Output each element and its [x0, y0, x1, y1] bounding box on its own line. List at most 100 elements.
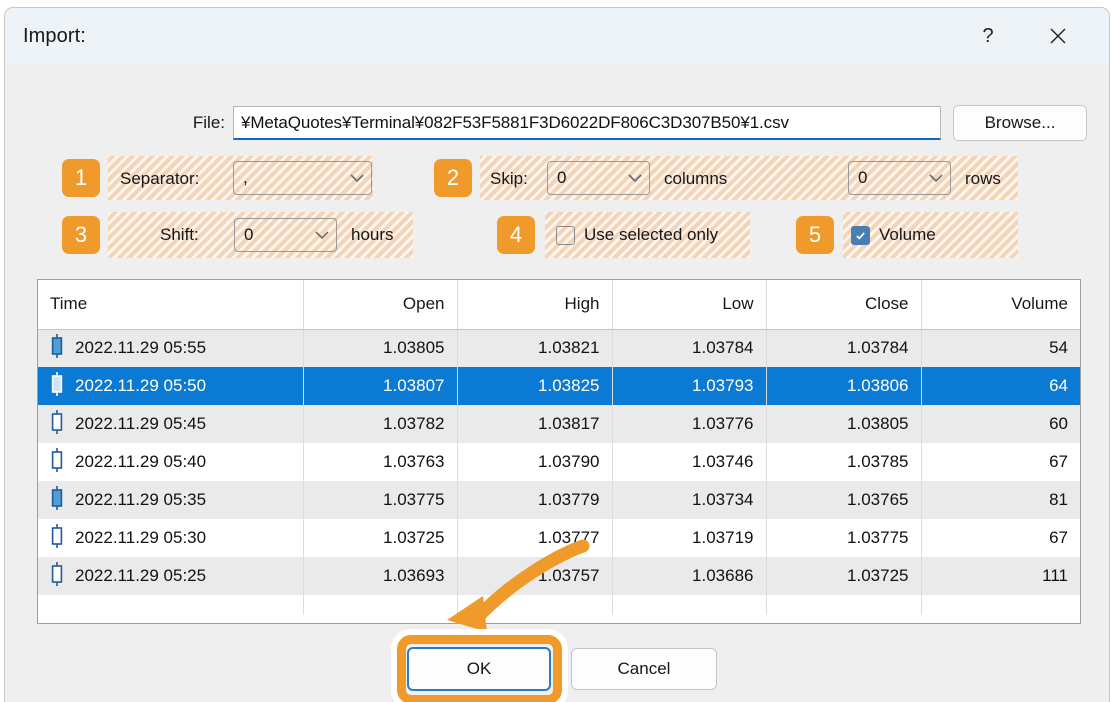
cell-time-text: 2022.11.29 05:25	[75, 566, 207, 585]
chevron-down-icon	[621, 173, 649, 183]
cell-low: 1.03793	[612, 367, 767, 405]
cell-high: 1.03821	[457, 329, 613, 367]
browse-button-label: Browse...	[984, 113, 1056, 132]
close-button[interactable]	[1031, 8, 1085, 64]
file-path-value: ¥MetaQuotes¥Terminal¥082F53F5881F3D6022D…	[241, 112, 789, 132]
shift-suffix: hours	[351, 225, 394, 244]
cell-low: 1.03719	[612, 519, 767, 557]
column-header-volume[interactable]: Volume	[921, 280, 1080, 330]
cell-partial	[612, 595, 767, 615]
shift-select[interactable]: 0	[234, 218, 337, 252]
badge-1: 1	[62, 159, 100, 197]
file-path-input[interactable]: ¥MetaQuotes¥Terminal¥082F53F5881F3D6022D…	[233, 106, 941, 140]
cancel-button[interactable]: Cancel	[571, 648, 717, 690]
table-body: 2022.11.29 05:55 1.03805 1.03821 1.03784 1.0…	[38, 329, 1080, 615]
cell-close: 1.03805	[766, 405, 922, 443]
cell-time: 2022.11.29 05:25	[38, 557, 304, 595]
cell-partial	[38, 595, 304, 615]
import-dialog-screenshot: Import: ? File: ¥MetaQuotes¥Terminal¥082…	[0, 0, 1114, 702]
cell-open: 1.03805	[303, 329, 458, 367]
cell-time-text: 2022.11.29 05:55	[75, 338, 207, 358]
table-row[interactable]: 2022.11.29 05:55 1.03805 1.03821 1.03784 1.0…	[38, 329, 1080, 367]
cell-open: 1.03775	[303, 481, 458, 519]
skip-columns-select[interactable]: 0	[547, 161, 650, 195]
dialog-title: Import:	[23, 25, 86, 47]
badge-4: 4	[497, 216, 535, 254]
skip-rows-select[interactable]: 0	[848, 161, 951, 195]
table-row[interactable]: 2022.11.29 05:25 1.03693 1.03757 1.03686 1.0…	[38, 557, 1080, 595]
cell-partial	[921, 595, 1080, 615]
cell-partial	[766, 595, 922, 615]
cell-open: 1.03763	[303, 443, 458, 481]
skip-label: Skip:	[490, 169, 528, 188]
cell-low: 1.03776	[612, 405, 767, 443]
skip-columns-suffix: columns	[664, 169, 728, 188]
chevron-down-icon	[308, 230, 336, 240]
title-bar: Import: ?	[5, 8, 1109, 64]
cell-close: 1.03806	[766, 367, 922, 405]
candlestick-hollow-icon	[50, 561, 64, 592]
cell-time-text: 2022.11.29 05:45	[75, 414, 207, 433]
table-row[interactable]: 2022.11.29 05:30 1.03725 1.03777 1.03719 1.0…	[38, 519, 1080, 557]
import-preview-table[interactable]: Time Open High Low Close Volume 2022.11.…	[37, 279, 1081, 624]
candlestick-hollow-icon	[50, 409, 64, 440]
cell-open: 1.03725	[303, 519, 458, 557]
shift-label: Shift:	[160, 225, 199, 244]
use-selected-only-checkbox[interactable]: Use selected only	[556, 225, 718, 245]
browse-button[interactable]: Browse...	[953, 105, 1087, 141]
cancel-button-label: Cancel	[617, 659, 671, 678]
cell-close: 1.03785	[766, 443, 922, 481]
cell-time-text: 2022.11.29 05:40	[75, 452, 207, 471]
column-header-open[interactable]: Open	[303, 280, 458, 330]
cell-high: 1.03757	[457, 557, 613, 595]
column-header-close[interactable]: Close	[766, 280, 922, 330]
table-row[interactable]: 2022.11.29 05:40 1.03763 1.03790 1.03746 1.0…	[38, 443, 1080, 481]
cell-time: 2022.11.29 05:50	[38, 367, 304, 405]
cell-time-text: 2022.11.29 05:30	[75, 528, 207, 547]
cell-volume: 60	[921, 405, 1080, 443]
shift-value: 0	[244, 225, 254, 244]
cell-high: 1.03779	[457, 481, 613, 519]
column-header-low[interactable]: Low	[612, 280, 767, 330]
skip-rows-value: 0	[858, 168, 868, 187]
cell-high: 1.03817	[457, 405, 613, 443]
cell-close: 1.03765	[766, 481, 922, 519]
cell-time: 2022.11.29 05:45	[38, 405, 304, 443]
candlestick-hollow-icon	[50, 523, 64, 554]
table-row[interactable]: 2022.11.29 05:35 1.03775 1.03779 1.03734 1.0…	[38, 481, 1080, 519]
import-dialog-window: Import: ? File: ¥MetaQuotes¥Terminal¥082…	[4, 7, 1110, 702]
column-header-time[interactable]: Time	[38, 280, 304, 330]
cell-volume: 67	[921, 519, 1080, 557]
file-label: File:	[192, 113, 225, 132]
separator-label: Separator:	[120, 169, 200, 188]
checkbox-unchecked-icon	[556, 225, 575, 245]
cell-volume: 111	[921, 557, 1080, 595]
candlestick-hollow-icon	[50, 447, 64, 478]
skip-columns-value: 0	[557, 168, 567, 187]
cell-low: 1.03784	[612, 329, 767, 367]
use-selected-only-label: Use selected only	[584, 225, 719, 244]
cell-time: 2022.11.29 05:40	[38, 443, 304, 481]
cell-close: 1.03725	[766, 557, 922, 595]
table-row-partial[interactable]	[38, 595, 1080, 615]
cell-volume: 81	[921, 481, 1080, 519]
table-row[interactable]: 2022.11.29 05:50 1.03807 1.03825 1.03793 1.0…	[38, 367, 1080, 405]
cell-partial	[457, 595, 613, 615]
volume-checkbox[interactable]: Volume	[851, 225, 936, 245]
cell-volume: 64	[921, 367, 1080, 405]
cell-close: 1.03784	[766, 329, 922, 367]
badge-2: 2	[434, 159, 472, 197]
ok-button[interactable]: OK	[407, 647, 551, 691]
candlestick-filled-icon	[50, 371, 64, 402]
cell-time-text: 2022.11.29 05:35	[75, 490, 207, 509]
cell-low: 1.03746	[612, 443, 767, 481]
cell-low: 1.03686	[612, 557, 767, 595]
cell-volume: 67	[921, 443, 1080, 481]
column-header-high[interactable]: High	[457, 280, 613, 330]
checkbox-checked-icon	[851, 225, 870, 245]
table-row[interactable]: 2022.11.29 05:45 1.03782 1.03817 1.03776 1.0…	[38, 405, 1080, 443]
separator-value: ,	[243, 168, 248, 187]
separator-select[interactable]: ,	[233, 161, 372, 195]
close-icon	[1050, 28, 1066, 44]
help-button[interactable]: ?	[961, 8, 1015, 64]
